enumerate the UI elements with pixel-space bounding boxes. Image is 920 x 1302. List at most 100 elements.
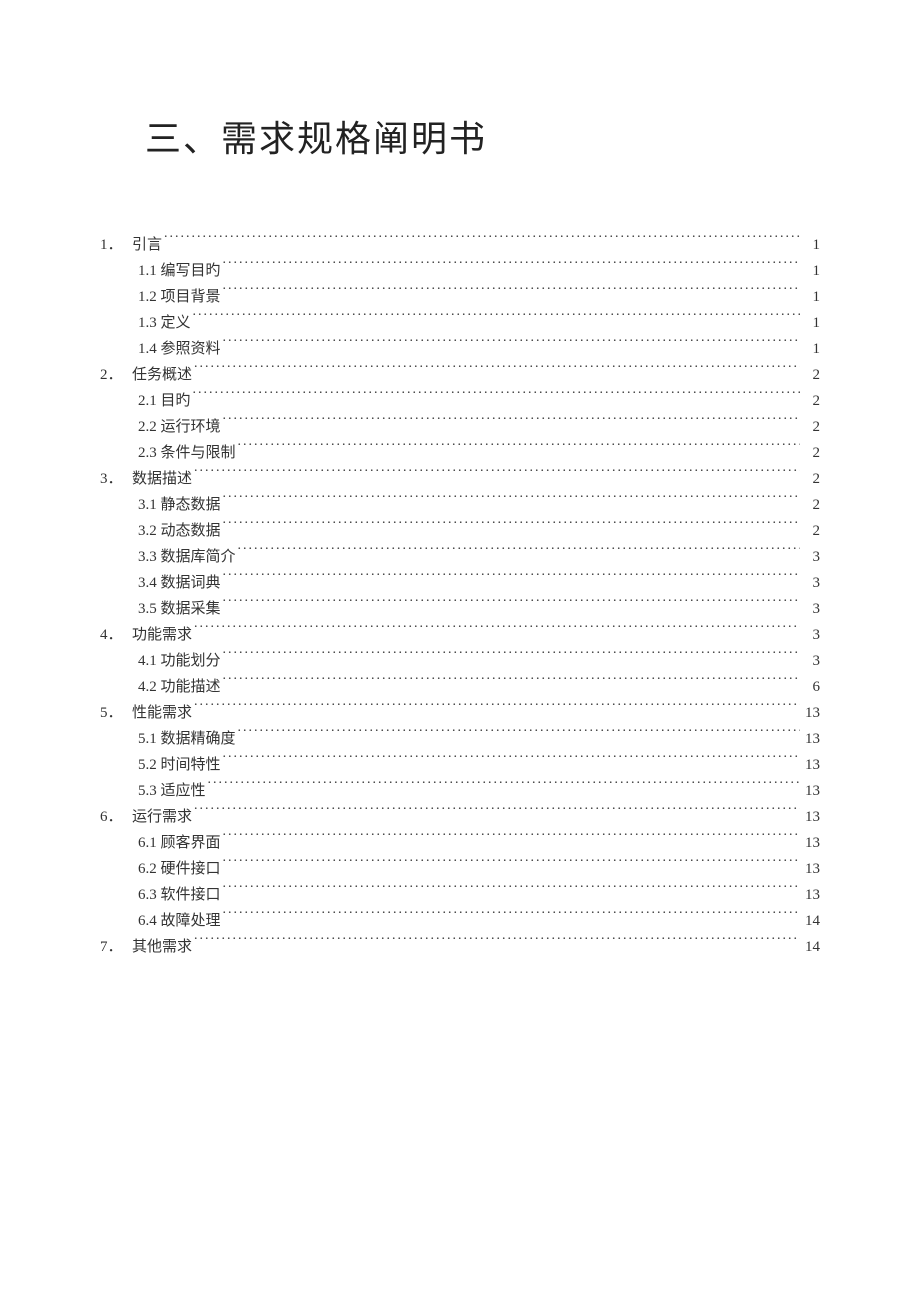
- toc-entry[interactable]: 1.1 编写目旳1: [100, 258, 820, 284]
- toc-leader-dots: [223, 494, 800, 509]
- toc-entry-page: 13: [802, 830, 820, 856]
- toc-entry[interactable]: 1．引言1: [100, 232, 820, 258]
- toc-leader-dots: [194, 806, 800, 821]
- toc-entry-label: 任务概述: [132, 362, 192, 388]
- toc-entry[interactable]: 6.3 软件接口13: [100, 882, 820, 908]
- toc-leader-dots: [238, 442, 800, 457]
- toc-entry-page: 1: [802, 310, 820, 336]
- toc-entry-page: 1: [802, 284, 820, 310]
- toc-leader-dots: [164, 234, 800, 249]
- toc-entry-number: 1．: [100, 232, 132, 258]
- toc-entry-page: 13: [802, 778, 820, 804]
- toc-entry-label: 6.2 硬件接口: [138, 856, 221, 882]
- toc-entry-label: 数据描述: [132, 466, 192, 492]
- toc-entry-number: 4．: [100, 622, 132, 648]
- toc-leader-dots: [194, 702, 800, 717]
- toc-leader-dots: [193, 312, 800, 327]
- toc-leader-dots: [223, 676, 800, 691]
- toc-entry[interactable]: 1.4 参照资料 1: [100, 336, 820, 362]
- toc-leader-dots: [223, 754, 800, 769]
- toc-entry-page: 2: [802, 466, 820, 492]
- toc-entry-page: 2: [802, 388, 820, 414]
- toc-entry[interactable]: 6.2 硬件接口 13: [100, 856, 820, 882]
- toc-entry-page: 2: [802, 362, 820, 388]
- toc-entry-page: 1: [802, 258, 820, 284]
- toc-entry-label: 5.1 数据精确度: [138, 726, 236, 752]
- toc-entry-label: 6.4 故障处理: [138, 908, 221, 934]
- document-title: 三、需求规格阐明书: [145, 110, 820, 162]
- toc-entry-label: 1.3 定义: [138, 310, 191, 336]
- toc-leader-dots: [223, 884, 800, 899]
- toc-entry[interactable]: 3.5 数据采集 3: [100, 596, 820, 622]
- toc-entry-label: 3.2 动态数据: [138, 518, 221, 544]
- toc-entry-label: 5.2 时间特性: [138, 752, 221, 778]
- toc-entry[interactable]: 6．运行需求13: [100, 804, 820, 830]
- toc-entry-page: 2: [802, 414, 820, 440]
- toc-entry-number: 5．: [100, 700, 132, 726]
- toc-entry-page: 3: [802, 570, 820, 596]
- toc-leader-dots: [223, 520, 800, 535]
- toc-entry[interactable]: 2.3 条件与限制 2: [100, 440, 820, 466]
- toc-entry[interactable]: 3.4 数据词典 3: [100, 570, 820, 596]
- toc-entry[interactable]: 4.2 功能描述6: [100, 674, 820, 700]
- toc-entry[interactable]: 6.1 顾客界面 13: [100, 830, 820, 856]
- table-of-contents: 1．引言11.1 编写目旳11.2 项目背景11.3 定义11.4 参照资料12…: [100, 232, 820, 960]
- toc-entry-label: 6.1 顾客界面: [138, 830, 221, 856]
- toc-entry-page: 3: [802, 544, 820, 570]
- toc-leader-dots: [223, 338, 800, 353]
- toc-leader-dots: [223, 286, 800, 301]
- toc-entry-page: 13: [802, 700, 820, 726]
- toc-entry[interactable]: 2.2 运行环境2: [100, 414, 820, 440]
- toc-entry-label: 2.1 目旳: [138, 388, 191, 414]
- toc-entry-page: 3: [802, 596, 820, 622]
- toc-leader-dots: [194, 624, 800, 639]
- toc-entry-label: 4.2 功能描述: [138, 674, 221, 700]
- toc-entry[interactable]: 6.4 故障处理 14: [100, 908, 820, 934]
- toc-entry[interactable]: 5．性能需求 13: [100, 700, 820, 726]
- toc-entry-page: 14: [802, 908, 820, 934]
- toc-entry-number: 2．: [100, 362, 132, 388]
- toc-entry-label: 4.1 功能划分: [138, 648, 221, 674]
- toc-entry-label: 3.3 数据库简介: [138, 544, 236, 570]
- toc-entry[interactable]: 4.1 功能划分3: [100, 648, 820, 674]
- toc-leader-dots: [194, 364, 800, 379]
- toc-entry-page: 2: [802, 440, 820, 466]
- toc-entry-number: 7．: [100, 934, 132, 960]
- toc-leader-dots: [194, 936, 800, 951]
- toc-entry[interactable]: 1.2 项目背景 1: [100, 284, 820, 310]
- toc-entry-label: 功能需求: [132, 622, 192, 648]
- toc-leader-dots: [223, 832, 800, 847]
- toc-entry-page: 13: [802, 752, 820, 778]
- toc-entry[interactable]: 7．其他需求 14: [100, 934, 820, 960]
- toc-entry-page: 1: [802, 336, 820, 362]
- toc-entry-label: 1.2 项目背景: [138, 284, 221, 310]
- toc-entry-page: 13: [802, 856, 820, 882]
- toc-leader-dots: [223, 650, 800, 665]
- toc-entry[interactable]: 5.3 适应性 13: [100, 778, 820, 804]
- toc-leader-dots: [238, 546, 800, 561]
- toc-entry-label: 1.4 参照资料: [138, 336, 221, 362]
- toc-entry[interactable]: 2.1 目旳 2: [100, 388, 820, 414]
- toc-entry[interactable]: 5.2 时间特性 13: [100, 752, 820, 778]
- toc-entry-label: 3.5 数据采集: [138, 596, 221, 622]
- toc-leader-dots: [223, 858, 800, 873]
- toc-entry[interactable]: 3.3 数据库简介 3: [100, 544, 820, 570]
- toc-entry-label: 性能需求: [132, 700, 192, 726]
- toc-entry-label: 其他需求: [132, 934, 192, 960]
- toc-leader-dots: [223, 910, 800, 925]
- toc-entry-page: 14: [802, 934, 820, 960]
- toc-leader-dots: [223, 260, 800, 275]
- toc-entry-page: 2: [802, 518, 820, 544]
- toc-entry[interactable]: 5.1 数据精确度13: [100, 726, 820, 752]
- toc-leader-dots: [194, 468, 800, 483]
- toc-entry-label: 3.4 数据词典: [138, 570, 221, 596]
- toc-entry-label: 5.3 适应性: [138, 778, 206, 804]
- toc-entry[interactable]: 4．功能需求3: [100, 622, 820, 648]
- toc-entry-page: 1: [802, 232, 820, 258]
- toc-entry-label: 2.3 条件与限制: [138, 440, 236, 466]
- toc-entry[interactable]: 3.1 静态数据2: [100, 492, 820, 518]
- toc-entry[interactable]: 2．任务概述 2: [100, 362, 820, 388]
- toc-entry[interactable]: 1.3 定义 1: [100, 310, 820, 336]
- toc-entry[interactable]: 3．数据描述2: [100, 466, 820, 492]
- toc-entry[interactable]: 3.2 动态数据 2: [100, 518, 820, 544]
